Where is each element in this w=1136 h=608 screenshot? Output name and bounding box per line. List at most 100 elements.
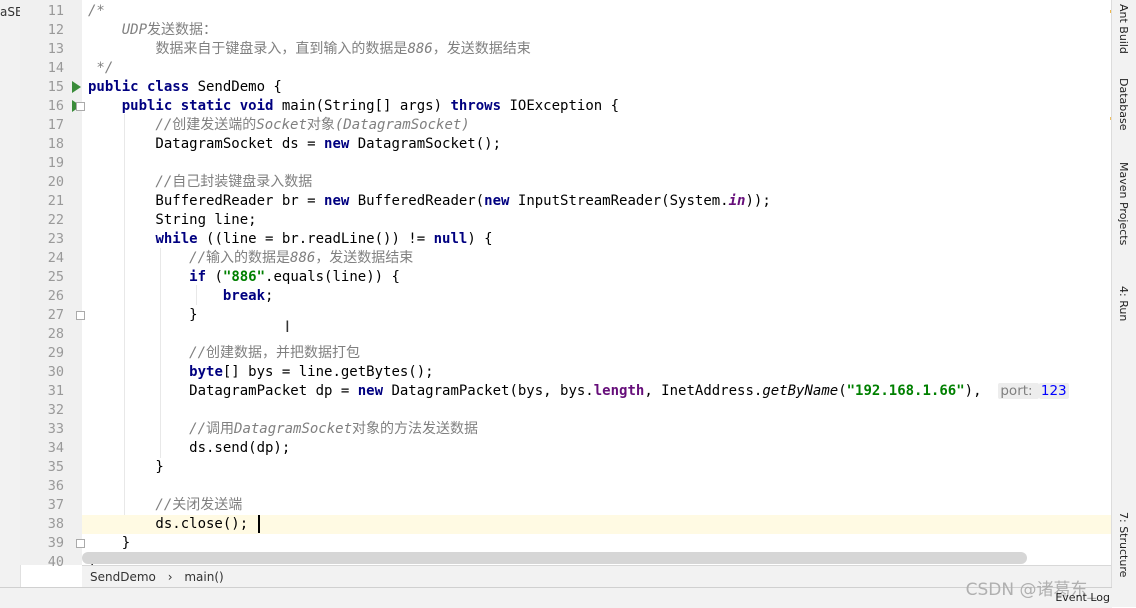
code-line[interactable]: UDP发送数据： [82,21,1112,40]
line-number: 33 [47,421,64,437]
line-number: 34 [47,440,64,456]
run-tab[interactable]: 4: Run [1117,286,1130,321]
code-token: new [357,383,392,399]
line-number: 30 [47,364,64,380]
code-line[interactable]: public class SendDemo { [82,78,1112,97]
code-line[interactable] [82,154,1112,173]
code-line[interactable]: } [82,458,1112,477]
horizontal-scrollbar[interactable] [82,552,1027,564]
code-line[interactable]: //创建数据，并把数据打包 [82,344,1112,363]
code-line[interactable]: byte[] bys = line.getBytes(); [82,363,1112,382]
code-token: // [88,497,173,513]
code-line[interactable]: while ((line = br.readLine()) != null) { [82,230,1112,249]
code-line[interactable]: */ [82,59,1112,78]
code-line[interactable]: DatagramPacket dp = new DatagramPacket(b… [82,382,1112,401]
code-line[interactable]: if ("886".equals(line)) { [82,268,1112,287]
code-token: .equals(line)) { [265,269,400,285]
line-number: 24 [47,250,64,266]
project-tool-strip[interactable]: aSE [0,0,23,607]
code-token: IOException { [509,98,620,114]
code-line[interactable]: public static void main(String[] args) t… [82,97,1112,116]
structure-tab[interactable]: 7: Structure [1117,512,1130,577]
run-gutter-icon[interactable] [72,81,81,93]
fold-marker-icon[interactable] [76,539,85,548]
code-token: 输入的数据是 [206,250,291,266]
code-token: new [324,193,358,209]
code-token: byte [189,364,223,380]
code-token: BufferedReader( [357,193,485,209]
code-token: 886 [290,250,316,266]
code-token: ; [265,288,274,304]
code-token: // [88,117,173,133]
code-line[interactable]: //关闭发送端 [82,496,1112,515]
code-token: // [88,421,207,437]
code-line[interactable] [82,477,1112,496]
code-line[interactable]: break; [82,287,1112,306]
code-token: null [433,231,468,247]
line-number: 13 [47,41,64,57]
code-token: ) { [467,231,493,247]
code-token: BufferedReader br = [88,193,325,209]
code-line[interactable]: ds.close(); [82,515,1112,534]
code-editor[interactable]: /* UDP发送数据： 数据来自于键盘录入，直到输入的数据是886，发送数据结束… [82,0,1112,565]
code-token: 886 [407,41,433,57]
database-tab[interactable]: Database [1117,78,1130,131]
line-number: 20 [47,174,64,190]
code-line[interactable]: String line; [82,211,1112,230]
code-line[interactable]: } [82,534,1112,553]
code-token: (DatagramSocket) [334,117,470,133]
code-line[interactable]: //创建发送端的Socket对象(DatagramSocket) [82,116,1112,135]
code-line[interactable]: //调用DatagramSocket对象的方法发送数据 [82,420,1112,439]
event-log-button[interactable]: Event Log [1055,591,1110,604]
maven-projects-tab[interactable]: Maven Projects [1117,162,1130,245]
code-token: public class [88,79,198,95]
line-number: 23 [47,231,64,247]
code-line[interactable]: //输入的数据是886，发送数据结束 [82,249,1112,268]
code-token: /* [88,3,105,19]
line-number: 22 [47,212,64,228]
code-token: DatagramSocket [234,421,353,437]
fold-marker-icon[interactable] [76,102,85,111]
editor-gutter[interactable]: 11 12 13 14 15 16 17 18 19 20 21 22 23 24 25 26 27 28 29 30… [20,0,82,570]
line-number: 27 [47,307,64,323]
code-token: length [593,383,645,399]
code-token: DatagramSocket ds = [88,136,325,152]
breadcrumb-method[interactable]: main() [184,570,223,584]
code-line[interactable]: BufferedReader br = new BufferedReader(n… [82,192,1112,211]
code-token: DatagramPacket(bys, bys. [391,383,594,399]
line-number: 12 [47,22,64,38]
code-token: ，发送数据结束 [315,250,414,266]
code-token: DatagramSocket(); [357,136,502,152]
ant-build-tab[interactable]: Ant Build [1117,4,1130,54]
line-number: 25 [47,269,64,285]
code-line[interactable]: DatagramSocket ds = new DatagramSocket()… [82,135,1112,154]
code-line[interactable]: /* [82,2,1112,21]
fold-marker-icon[interactable] [76,311,85,320]
line-number: 35 [47,459,64,475]
code-token: ds.close(); [88,516,249,532]
code-token: } [88,459,164,475]
line-number: 18 [47,136,64,152]
line-number: 39 [47,535,64,551]
code-token: 123 [1038,383,1069,399]
code-token: UDP [88,22,148,38]
code-line[interactable]: ds.send(dp); [82,439,1112,458]
code-line[interactable]: //自己封装键盘录入数据 [82,173,1112,192]
code-line[interactable]: 数据来自于键盘录入，直到输入的数据是886，发送数据结束 [82,40,1112,59]
code-token: if [189,269,215,285]
code-line[interactable] [82,401,1112,420]
line-number: 29 [47,345,64,361]
code-token: String line; [88,212,257,228]
code-token: "886" [222,269,266,285]
code-line[interactable] [82,325,1112,344]
breadcrumb-class[interactable]: SendDemo [90,570,156,584]
code-line[interactable]: } [82,306,1112,325]
line-number: 19 [47,155,64,171]
line-number: 28 [47,326,64,342]
code-token: 创建数据，并把数据打包 [206,345,361,361]
code-token: [] bys = line.getBytes(); [222,364,434,380]
line-number: 38 [47,516,64,532]
